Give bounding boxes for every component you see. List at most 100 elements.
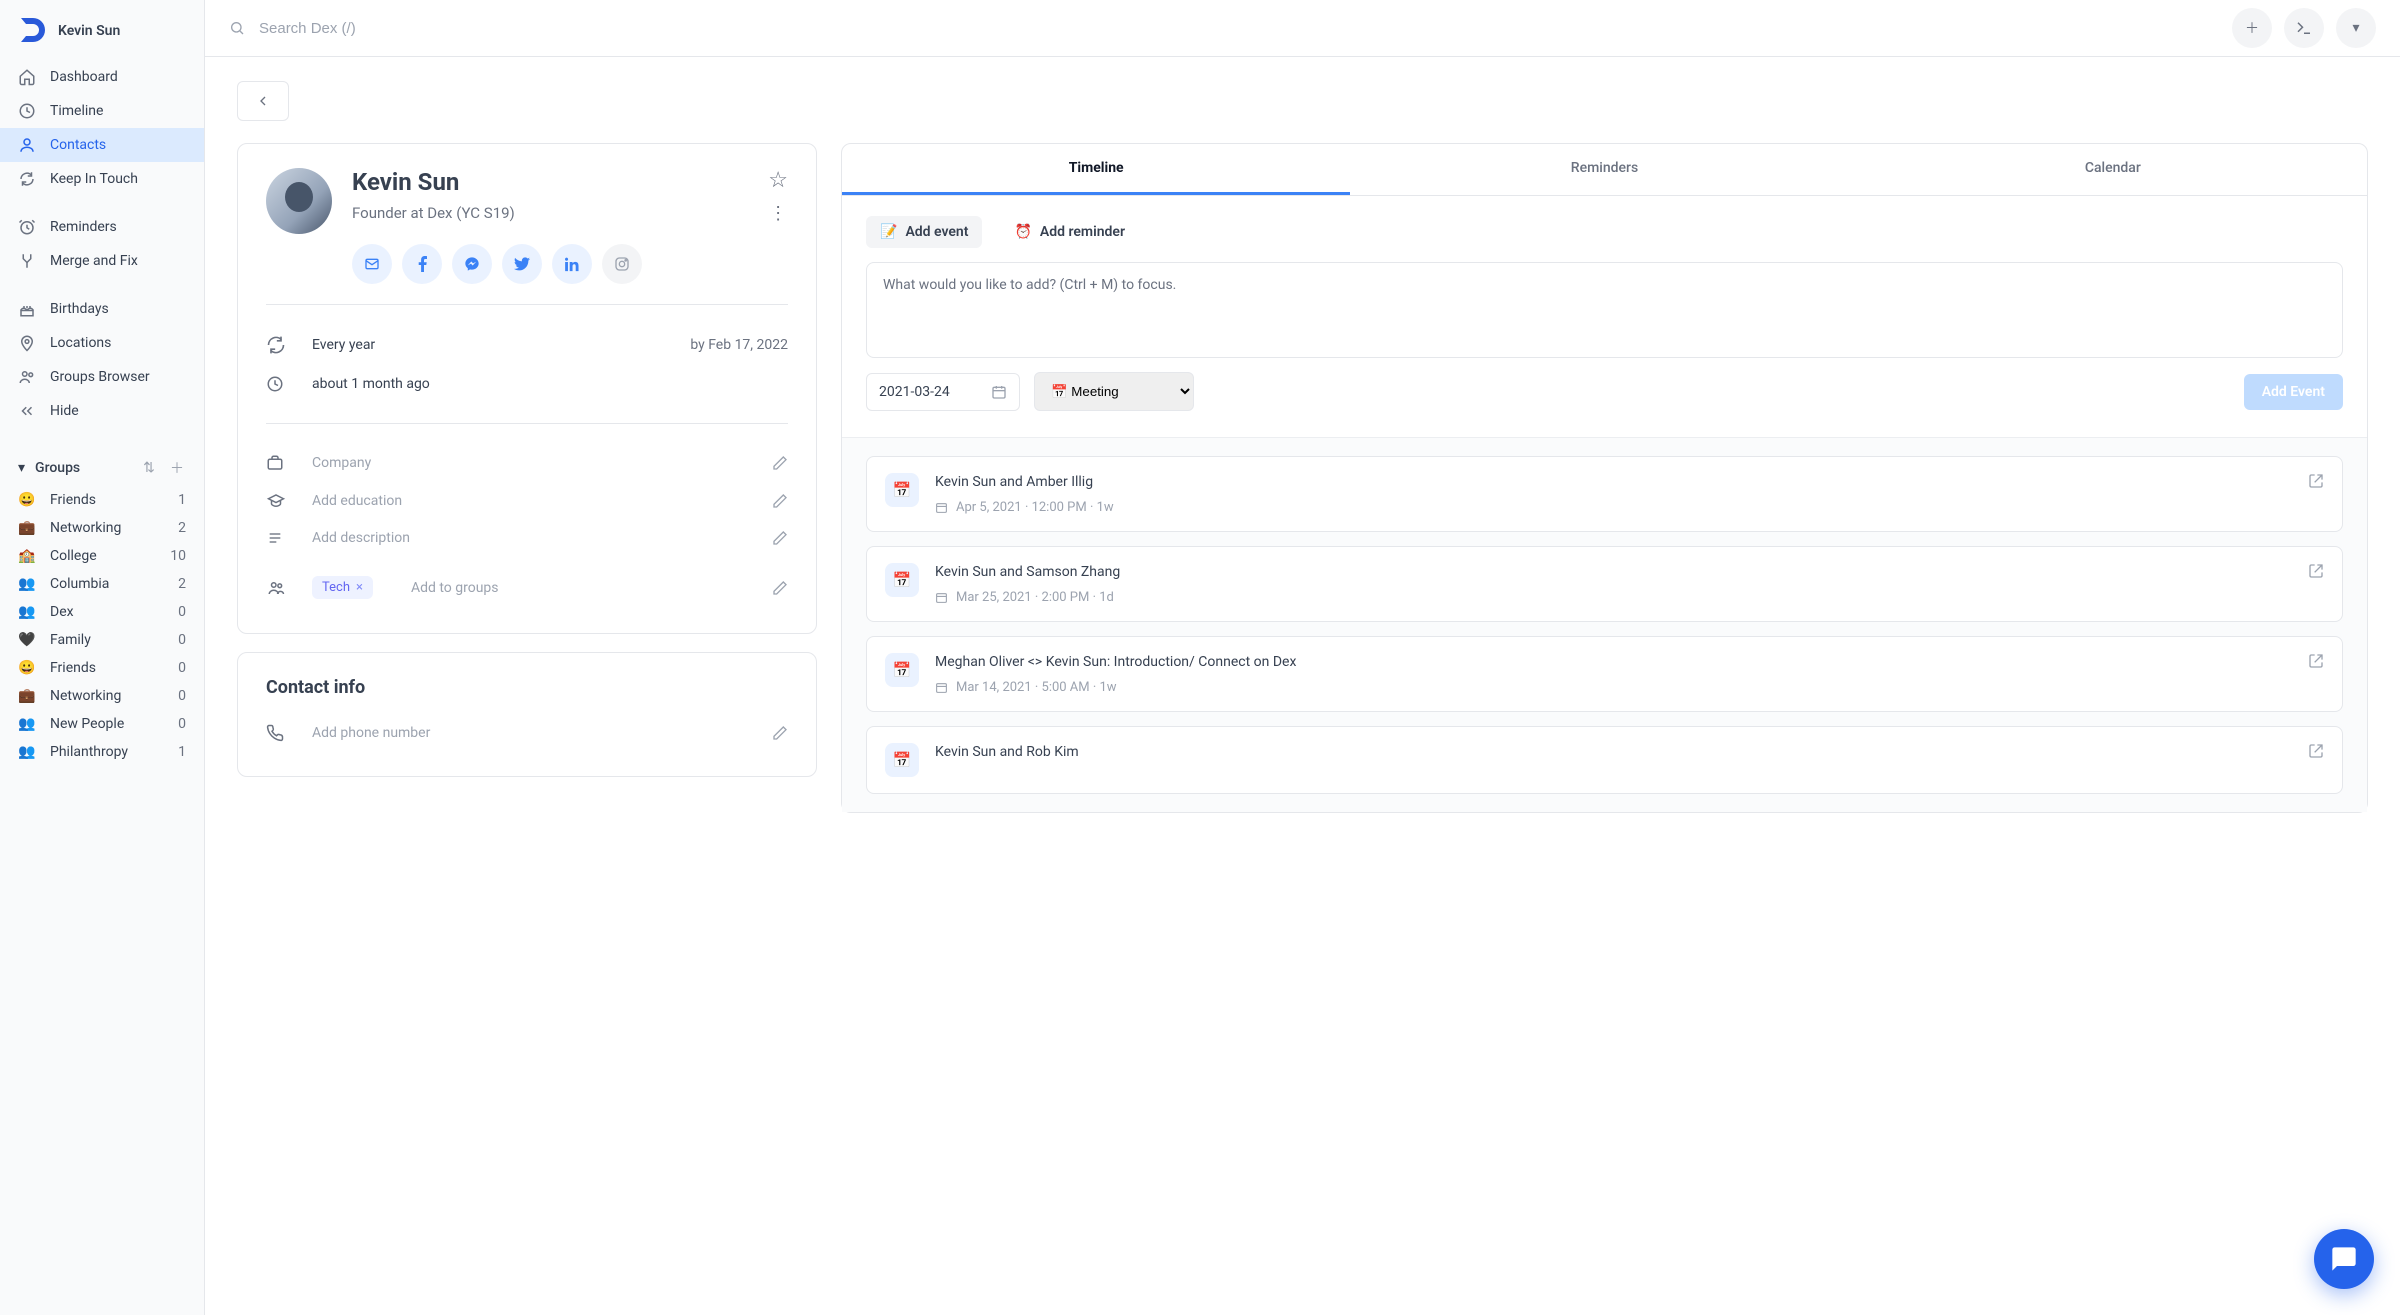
group-row[interactable]: 💼Networking2: [0, 514, 204, 542]
add-event-quick-label: Add event: [905, 224, 968, 240]
open-external-icon[interactable]: [2308, 743, 2324, 777]
groups-row[interactable]: Tech × Add to groups: [266, 566, 788, 609]
add-button[interactable]: ＋: [2232, 8, 2272, 48]
event-meta: Mar 25, 2021 · 2:00 PM · 1d: [935, 590, 2292, 605]
nav-item-dashboard[interactable]: Dashboard: [0, 60, 204, 94]
group-label: Philanthropy: [50, 744, 164, 760]
event-title: Kevin Sun and Rob Kim: [935, 743, 2292, 762]
group-row[interactable]: 😀Friends0: [0, 654, 204, 682]
group-emoji: 💼: [18, 520, 36, 536]
group-row[interactable]: 👥Dex0: [0, 598, 204, 626]
groups-collapse-icon[interactable]: ▾: [18, 460, 25, 476]
contact-info-heading: Contact info: [266, 677, 788, 698]
chevrons-icon: [18, 402, 36, 420]
nav-item-groups-browser[interactable]: Groups Browser: [0, 360, 204, 394]
groups-sort-icon[interactable]: ⇅: [140, 460, 158, 476]
edit-icon[interactable]: [772, 455, 788, 471]
edit-icon[interactable]: [772, 580, 788, 596]
event-title: Kevin Sun and Samson Zhang: [935, 563, 2292, 582]
email-icon[interactable]: [352, 244, 392, 284]
group-tag-label: Tech: [322, 580, 350, 595]
group-row[interactable]: 😀Friends1: [0, 486, 204, 514]
add-reminder-quick-label: Add reminder: [1040, 224, 1125, 240]
tab-reminders[interactable]: Reminders: [1350, 144, 1858, 195]
event-meta: Apr 5, 2021 · 12:00 PM · 1w: [935, 500, 2292, 515]
event-card[interactable]: 📅Kevin Sun and Amber IlligApr 5, 2021 · …: [866, 456, 2343, 532]
nav-item-merge-and-fix[interactable]: Merge and Fix: [0, 244, 204, 278]
nav-item-contacts[interactable]: Contacts: [0, 128, 204, 162]
groups-add-icon[interactable]: ＋: [168, 458, 186, 478]
event-title: Kevin Sun and Amber Illig: [935, 473, 2292, 492]
event-type-select[interactable]: 📅 Meeting: [1034, 372, 1194, 411]
tab-calendar[interactable]: Calendar: [1859, 144, 2367, 195]
contact-subtitle: Founder at Dex (YC S19): [352, 204, 748, 222]
memo-icon: 📝: [880, 224, 897, 240]
edit-icon[interactable]: [772, 530, 788, 546]
content: Kevin Sun Founder at Dex (YC S19): [205, 57, 2400, 1315]
add-event-quick-button[interactable]: 📝 Add event: [866, 216, 982, 248]
app-user-name: Kevin Sun: [58, 23, 120, 39]
facebook-icon[interactable]: [402, 244, 442, 284]
group-row[interactable]: 👥New People0: [0, 710, 204, 738]
contact-name: Kevin Sun: [352, 168, 748, 196]
search-input[interactable]: [259, 20, 2218, 37]
favorite-star-icon[interactable]: ☆: [768, 168, 788, 193]
open-external-icon[interactable]: [2308, 563, 2324, 605]
edit-icon[interactable]: [772, 493, 788, 509]
nav-label: Contacts: [50, 137, 106, 153]
group-count: 1: [178, 744, 186, 760]
messenger-icon[interactable]: [452, 244, 492, 284]
recurrence-due: by Feb 17, 2022: [690, 337, 788, 353]
event-date-input[interactable]: 2021-03-24: [866, 373, 1020, 411]
nav-label: Merge and Fix: [50, 253, 138, 269]
education-icon: [266, 492, 288, 510]
pin-icon: [18, 334, 36, 352]
recurrence-row[interactable]: Every year by Feb 17, 2022: [266, 325, 788, 365]
event-card[interactable]: 📅Kevin Sun and Rob Kim: [866, 726, 2343, 794]
nav-item-birthdays[interactable]: Birthdays: [0, 292, 204, 326]
nav-label: Locations: [50, 335, 111, 351]
linkedin-icon[interactable]: [552, 244, 592, 284]
add-reminder-quick-button[interactable]: ⏰ Add reminder: [1000, 216, 1139, 248]
group-row[interactable]: 💼Networking0: [0, 682, 204, 710]
more-menu-icon[interactable]: ⋮: [769, 203, 787, 224]
event-card[interactable]: 📅Kevin Sun and Samson ZhangMar 25, 2021 …: [866, 546, 2343, 622]
group-row[interactable]: 👥Philanthropy1: [0, 738, 204, 766]
group-row[interactable]: 🏫College10: [0, 542, 204, 570]
open-external-icon[interactable]: [2308, 653, 2324, 695]
group-tag: Tech ×: [312, 576, 373, 599]
recurrence-label: Every year: [312, 337, 666, 353]
back-button[interactable]: [237, 81, 289, 121]
phone-placeholder: Add phone number: [312, 725, 748, 741]
description-row[interactable]: Add description: [266, 520, 788, 556]
add-event-submit-button[interactable]: Add Event: [2244, 374, 2343, 410]
nav-item-locations[interactable]: Locations: [0, 326, 204, 360]
twitter-icon[interactable]: [502, 244, 542, 284]
phone-row[interactable]: Add phone number: [266, 714, 788, 752]
recurrence-icon: [266, 335, 288, 355]
instagram-icon[interactable]: [602, 244, 642, 284]
divider: [266, 304, 788, 305]
main: ＋ ▾ Kevin Sun Founder at Dex (YC S19): [205, 0, 2400, 1315]
education-row[interactable]: Add education: [266, 482, 788, 520]
nav-label: Hide: [50, 403, 79, 419]
company-row[interactable]: Company: [266, 444, 788, 482]
group-row[interactable]: 🖤Family0: [0, 626, 204, 654]
nav-item-keep-in-touch[interactable]: Keep In Touch: [0, 162, 204, 196]
contact-info-card: Contact info Add phone number: [237, 652, 817, 777]
nav-item-reminders[interactable]: Reminders: [0, 210, 204, 244]
menu-dropdown-button[interactable]: ▾: [2336, 8, 2376, 48]
open-external-icon[interactable]: [2308, 473, 2324, 515]
chat-fab[interactable]: [2314, 1229, 2374, 1289]
tab-timeline[interactable]: Timeline: [842, 144, 1350, 195]
compose-box[interactable]: What would you like to add? (Ctrl + M) t…: [866, 262, 2343, 358]
group-row[interactable]: 👥Columbia2: [0, 570, 204, 598]
nav-label: Keep In Touch: [50, 171, 138, 187]
event-card[interactable]: 📅Meghan Oliver <> Kevin Sun: Introductio…: [866, 636, 2343, 712]
nav-item-timeline[interactable]: Timeline: [0, 94, 204, 128]
nav-item-hide[interactable]: Hide: [0, 394, 204, 428]
command-button[interactable]: [2284, 8, 2324, 48]
remove-tag-icon[interactable]: ×: [356, 580, 363, 595]
lasttouch-row: about 1 month ago: [266, 365, 788, 403]
edit-icon[interactable]: [772, 725, 788, 741]
